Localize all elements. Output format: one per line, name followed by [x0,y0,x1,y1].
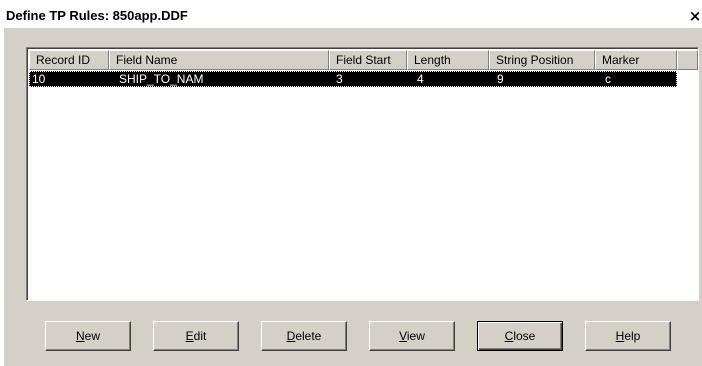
edit-button[interactable]: Edit [153,321,239,351]
cell-field-name: SHIP_TO_NAM [119,72,204,86]
cell-marker: c [605,72,611,86]
table-row[interactable]: 10 SHIP_TO_NAM 3 4 9 c [29,71,677,87]
define-tp-rules-dialog: Define TP Rules: 850app.DDF × Record ID … [4,5,702,366]
help-button[interactable]: Help [585,321,671,351]
help-button-label: elp [624,329,641,343]
list-header: Record ID Field Name Field Start Length … [29,50,698,70]
delete-button-label: elete [295,329,322,343]
edit-button-mnemonic: E [185,329,194,343]
cell-length: 4 [417,72,424,86]
delete-button[interactable]: Delete [261,321,347,351]
new-button-label: ew [84,329,100,343]
view-button[interactable]: View [369,321,455,351]
edit-button-label: dit [193,329,207,343]
cell-string-position: 9 [497,72,504,86]
view-button-label: iew [406,329,425,343]
new-button[interactable]: New [45,321,131,351]
cell-field-start: 3 [336,72,343,86]
cell-record-id: 10 [32,72,46,86]
close-button[interactable]: Close [477,321,563,351]
view-button-mnemonic: V [399,329,407,343]
rules-list[interactable]: Record ID Field Name Field Start Length … [26,47,699,301]
close-icon[interactable]: × [688,7,702,25]
column-header-filler [677,50,698,70]
window-title: Define TP Rules: 850app.DDF [6,8,188,23]
close-button-label: lose [513,329,536,343]
column-header-string-position[interactable]: String Position [489,50,595,70]
new-button-mnemonic: N [75,329,85,343]
column-header-marker[interactable]: Marker [595,50,677,70]
column-header-field-name[interactable]: Field Name [109,50,329,70]
delete-button-mnemonic: D [286,329,296,343]
column-header-record-id[interactable]: Record ID [29,50,109,70]
title-bar[interactable]: Define TP Rules: 850app.DDF × [4,5,702,28]
column-header-field-start[interactable]: Field Start [329,50,407,70]
column-header-length[interactable]: Length [407,50,489,70]
